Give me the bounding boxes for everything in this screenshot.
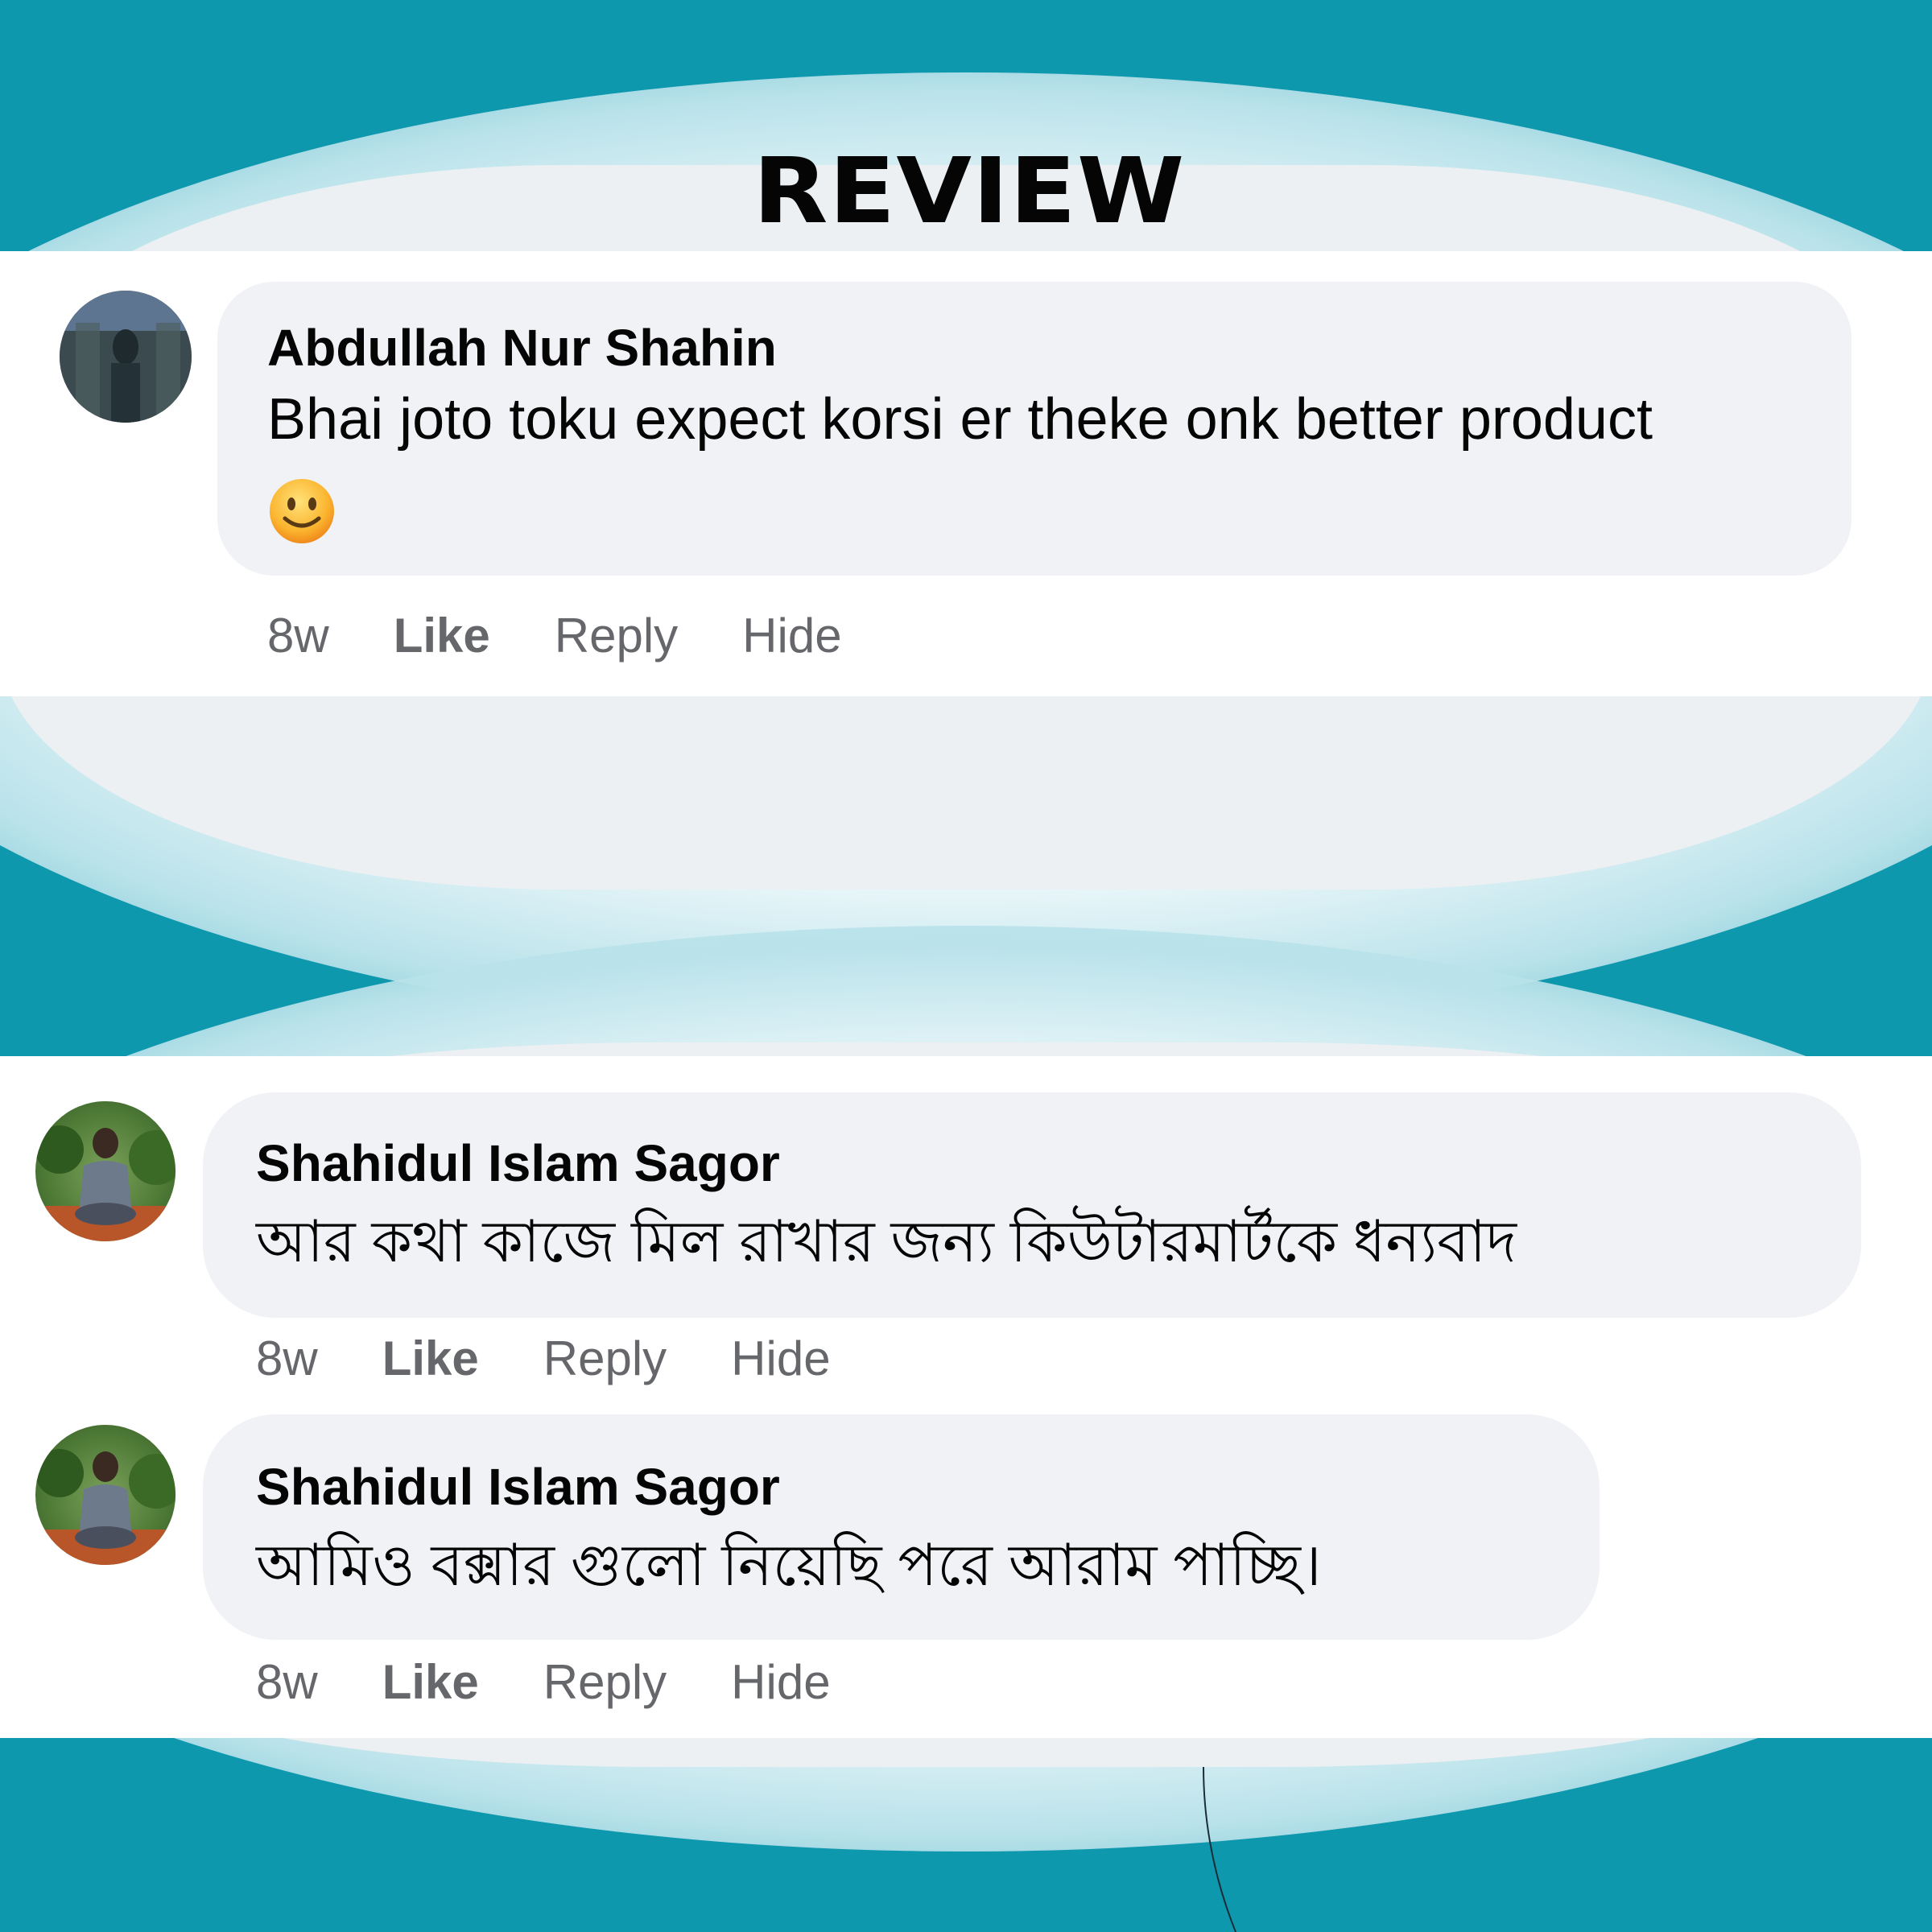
hide-button[interactable]: Hide <box>731 1331 830 1386</box>
comment-timestamp[interactable]: 8w <box>256 1654 318 1710</box>
avatar-photo-icon <box>35 1449 175 1565</box>
smiling-face-icon <box>270 479 334 543</box>
page-title: REVIEW <box>753 139 1186 244</box>
comment-timestamp[interactable]: 8w <box>256 1331 318 1386</box>
avatar[interactable] <box>35 1101 175 1241</box>
avatar-photo-icon <box>35 1125 175 1241</box>
comment-actions: 8w Like Reply Hide <box>256 1331 895 1386</box>
comment-author[interactable]: Shahidul Islam Sagor <box>256 1133 780 1193</box>
avatar[interactable] <box>60 291 192 423</box>
avatar-photo-icon <box>60 291 192 423</box>
comment-text: Bhai joto toku expect korsi er theke onk… <box>267 387 1653 452</box>
comment-text: আর কথা কাজে মিল রাখার জন্য কিউটারমার্টকে… <box>256 1210 1517 1274</box>
comment-actions: 8w Like Reply Hide <box>256 1654 895 1710</box>
reply-button[interactable]: Reply <box>543 1331 667 1386</box>
like-button[interactable]: Like <box>382 1654 479 1710</box>
reply-button[interactable]: Reply <box>555 608 678 663</box>
comment-actions: 8w Like Reply Hide <box>267 608 906 663</box>
comment-text: আমিও বক্সার গুলো নিয়েছি পরে আরাম পাচ্ছি… <box>256 1534 1322 1598</box>
like-button[interactable]: Like <box>382 1331 479 1386</box>
hide-button[interactable]: Hide <box>742 608 841 663</box>
comment-timestamp[interactable]: 8w <box>267 608 329 663</box>
hide-button[interactable]: Hide <box>731 1654 830 1710</box>
like-button[interactable]: Like <box>394 608 490 663</box>
reply-button[interactable]: Reply <box>543 1654 667 1710</box>
comment-author[interactable]: Abdullah Nur Shahin <box>267 318 777 378</box>
comment-author[interactable]: Shahidul Islam Sagor <box>256 1457 780 1517</box>
avatar[interactable] <box>35 1425 175 1565</box>
